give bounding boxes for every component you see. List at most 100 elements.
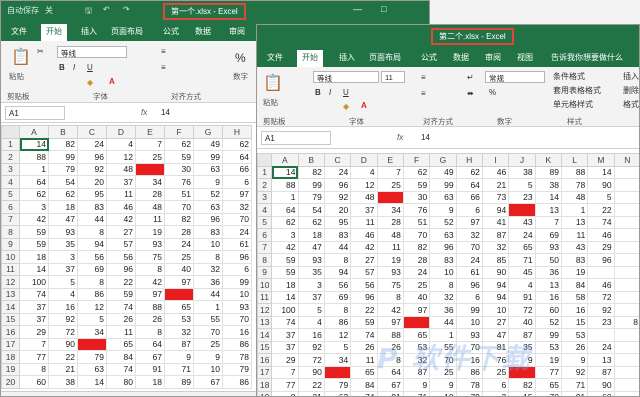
cell[interactable]: 9 <box>429 378 457 392</box>
cell[interactable]: 8 <box>323 253 352 267</box>
cell[interactable]: 53 <box>534 340 562 354</box>
cell[interactable]: 25 <box>402 278 431 292</box>
cell[interactable]: 96 <box>429 240 457 254</box>
column-header-d[interactable]: D <box>106 125 136 139</box>
cell[interactable] <box>613 178 639 192</box>
redo-icon[interactable]: ↷ <box>123 5 130 14</box>
cell[interactable]: 30 <box>164 162 194 176</box>
select-all-corner[interactable] <box>1 125 20 139</box>
cell[interactable]: 54 <box>48 175 78 189</box>
cell[interactable] <box>613 365 639 379</box>
column-header-n[interactable]: N <box>613 153 639 167</box>
cell[interactable]: 9 <box>402 378 431 392</box>
cell[interactable]: 37 <box>19 300 49 314</box>
cell[interactable]: 18 <box>135 375 165 389</box>
cell[interactable]: 13 <box>534 278 562 292</box>
cell[interactable]: 13 <box>587 353 615 367</box>
cell[interactable]: 38 <box>48 375 78 389</box>
paste-icon[interactable]: 📋 <box>11 47 31 67</box>
cell[interactable] <box>613 328 639 342</box>
cell[interactable]: 8 <box>376 290 404 304</box>
cell[interactable]: 7 <box>19 337 49 351</box>
cell[interactable]: 30 <box>402 190 431 204</box>
cell[interactable]: 55 <box>193 312 223 326</box>
cell[interactable]: 24 <box>222 225 252 239</box>
cell[interactable]: 70 <box>455 240 483 254</box>
wrap-text-icon[interactable]: ↵ <box>467 73 474 82</box>
cell[interactable]: 59 <box>350 315 378 329</box>
cell[interactable]: 70 <box>402 228 431 242</box>
cell[interactable]: 8 <box>193 250 223 264</box>
cell[interactable]: 99 <box>429 178 457 192</box>
save-icon[interactable]: 🖫 <box>85 5 92 19</box>
cell[interactable]: 78 <box>455 378 483 392</box>
column-header-i[interactable]: I <box>481 153 510 167</box>
cell[interactable]: 29 <box>271 353 299 367</box>
cell[interactable]: 48 <box>560 190 589 204</box>
tab-review[interactable]: 审阅 <box>485 52 501 63</box>
cell[interactable]: 99 <box>297 178 325 192</box>
tab-formulas[interactable]: 公式 <box>421 52 437 63</box>
formula-input[interactable]: 14 <box>421 133 430 142</box>
cell[interactable]: 69 <box>323 290 352 304</box>
cell[interactable]: 71 <box>402 390 431 396</box>
cell[interactable]: 57 <box>106 237 136 251</box>
cell[interactable]: 74 <box>106 300 136 314</box>
cell[interactable]: 11 <box>106 325 136 339</box>
cell[interactable]: 96 <box>455 278 483 292</box>
cell[interactable]: 43 <box>508 215 536 229</box>
bold-button[interactable]: B <box>315 88 321 97</box>
cell[interactable]: 10 <box>193 362 223 376</box>
cell[interactable]: 10 <box>429 265 457 279</box>
cell[interactable]: 60 <box>534 303 562 317</box>
cell[interactable]: 24 <box>455 253 483 267</box>
cell[interactable]: 4 <box>106 137 136 151</box>
cell[interactable]: 38 <box>534 178 562 192</box>
cell[interactable]: 6 <box>481 378 510 392</box>
cell[interactable]: 62 <box>48 187 78 201</box>
row-header[interactable]: 9 <box>257 265 273 279</box>
cell[interactable]: 15 <box>508 390 536 396</box>
cell[interactable]: 25 <box>164 250 194 264</box>
cell[interactable]: 12 <box>323 328 352 342</box>
table-format-button[interactable]: 套用表格格式 <box>553 85 601 96</box>
font-color-icon[interactable]: A <box>361 101 367 110</box>
cell[interactable]: 88 <box>19 150 49 164</box>
column-header-f[interactable]: F <box>164 125 194 139</box>
cell[interactable]: 59 <box>271 253 299 267</box>
cell[interactable]: 5 <box>587 190 615 204</box>
row-header[interactable]: 6 <box>257 228 273 242</box>
cell[interactable]: 82 <box>297 165 325 179</box>
cell[interactable]: 26 <box>135 312 165 326</box>
cell[interactable]: 70 <box>534 390 562 396</box>
cell[interactable] <box>613 353 639 367</box>
cell[interactable]: 7 <box>271 365 299 379</box>
cell[interactable]: 65 <box>508 240 536 254</box>
cell[interactable]: 37 <box>271 328 299 342</box>
fill-color-icon[interactable]: ◆ <box>87 78 93 87</box>
row-header[interactable]: 18 <box>257 378 273 392</box>
cell[interactable]: 24 <box>402 265 431 279</box>
cell[interactable]: 20 <box>77 175 107 189</box>
cell[interactable]: 82 <box>164 212 194 226</box>
cell[interactable]: 6 <box>455 203 483 217</box>
cell[interactable]: 60 <box>19 375 49 389</box>
cell[interactable]: 1 <box>271 190 299 204</box>
cell[interactable]: 3 <box>271 228 299 242</box>
cell[interactable]: 16 <box>48 300 78 314</box>
cell[interactable]: 28 <box>376 215 404 229</box>
cell[interactable]: 32 <box>193 262 223 276</box>
cell[interactable]: 70 <box>222 212 252 226</box>
cell[interactable]: 59 <box>271 265 299 279</box>
cell[interactable]: 6 <box>222 175 252 189</box>
cell[interactable]: 99 <box>455 303 483 317</box>
cell[interactable]: 24 <box>164 237 194 251</box>
row-header[interactable]: 7 <box>257 240 273 254</box>
cell[interactable]: 49 <box>429 165 457 179</box>
cell[interactable]: 79 <box>297 190 325 204</box>
cell[interactable] <box>613 203 639 217</box>
cell[interactable]: 51 <box>402 215 431 229</box>
cell[interactable]: 46 <box>587 228 615 242</box>
row-header[interactable]: 8 <box>257 253 273 267</box>
font-size-select[interactable]: 11 <box>381 71 405 83</box>
